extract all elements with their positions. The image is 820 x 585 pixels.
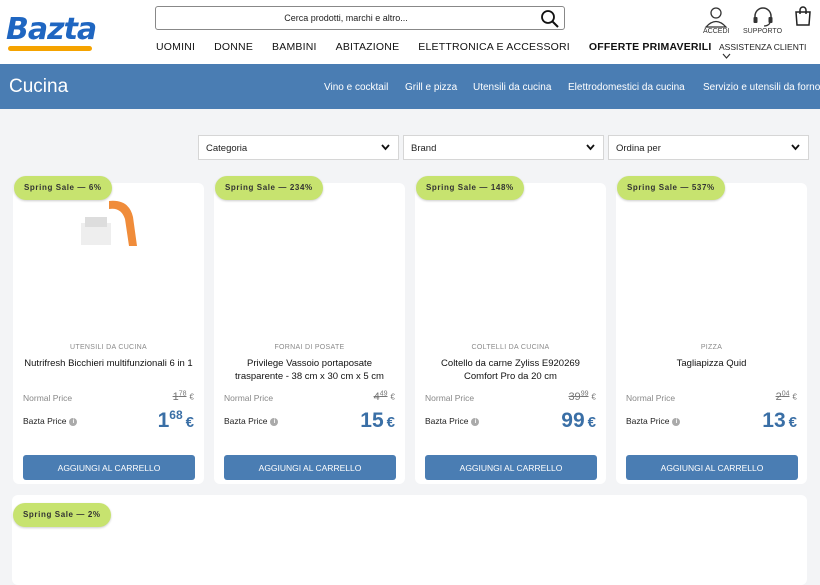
category-title: Cucina — [9, 76, 69, 97]
normal-price-label: Normal Price — [23, 393, 73, 403]
login-link[interactable]: ACCEDI — [703, 6, 729, 35]
filter-label: Brand — [411, 143, 437, 154]
add-to-cart-button[interactable]: AGGIUNGI AL CARRELLO — [23, 455, 195, 480]
normal-price: 178 € — [172, 390, 194, 403]
chevron-down-icon — [722, 53, 731, 59]
support-link[interactable]: SUPPORTO — [743, 6, 782, 35]
product-category: UTENSILI DA CUCINA — [70, 344, 147, 351]
bazta-price: 99 € — [561, 409, 596, 432]
product-card[interactable]: Spring Sale — 6% UTENSILI DA CUCINA Nutr… — [13, 176, 204, 484]
info-icon[interactable]: i — [471, 417, 480, 426]
product-category: FORNAI DI POSATE — [274, 344, 345, 351]
catlink-utensili[interactable]: Utensili da cucina — [473, 82, 551, 93]
normal-price-label: Normal Price — [626, 393, 676, 403]
search-bar — [155, 6, 565, 30]
support-label: SUPPORTO — [743, 28, 783, 35]
bazta-price-label: Bazta Price i — [425, 416, 480, 426]
bazta-logo[interactable]: Bazta — [6, 12, 97, 51]
product-name[interactable]: Nutrifresh Bicchieri multifunzionali 6 i… — [21, 358, 196, 371]
catlink-elettrodomestici[interactable]: Elettrodomestici da cucina — [568, 82, 685, 93]
filter-brand[interactable]: Brand — [403, 135, 604, 160]
search-icon[interactable] — [540, 9, 560, 29]
headset-icon — [753, 7, 773, 27]
normal-price: 3999 € — [568, 390, 596, 403]
sale-badge: Spring Sale — 2% — [13, 503, 111, 527]
category-bar: Cucina Vino e cocktail Grill e pizza Ute… — [0, 64, 820, 109]
filter-label: Ordina per — [616, 143, 661, 154]
nav-elettronica[interactable]: ELETTRONICA E ACCESSORI — [418, 41, 570, 53]
customer-service-menu[interactable]: ASSISTENZA CLIENTI — [719, 42, 820, 62]
bazta-price-label: Bazta Price i — [23, 416, 78, 426]
info-icon[interactable]: i — [672, 417, 681, 426]
filter-categoria[interactable]: Categoria — [198, 135, 399, 160]
logo-swoosh — [8, 46, 92, 51]
filter-label: Categoria — [206, 143, 248, 154]
add-to-cart-button[interactable]: AGGIUNGI AL CARRELLO — [224, 455, 396, 480]
user-icon — [704, 7, 728, 28]
add-to-cart-button[interactable]: AGGIUNGI AL CARRELLO — [425, 455, 597, 480]
bazta-price: 13 € — [762, 409, 797, 432]
sale-badge: Spring Sale — 6% — [14, 176, 112, 200]
product-name[interactable]: Tagliapizza Quid — [624, 358, 799, 371]
nav-offerte[interactable]: OFFERTE PRIMAVERILI — [589, 41, 712, 53]
chevron-down-icon — [791, 144, 800, 151]
product-category: PIZZA — [700, 344, 723, 351]
bazta-price-label: Bazta Price i — [626, 416, 681, 426]
filter-ordina[interactable]: Ordina per — [608, 135, 809, 160]
catlink-vino[interactable]: Vino e cocktail — [324, 82, 388, 93]
product-image — [79, 197, 137, 246]
product-card[interactable]: Spring Sale — 148% COLTELLI DA CUCINA Co… — [415, 176, 606, 484]
catlink-grill[interactable]: Grill e pizza — [405, 82, 457, 93]
chevron-down-icon — [381, 144, 390, 151]
login-label: ACCEDI — [703, 28, 730, 35]
nav-abitazione[interactable]: ABITAZIONE — [336, 41, 400, 53]
search-input[interactable] — [156, 7, 536, 29]
info-icon[interactable]: i — [270, 417, 279, 426]
catlink-servizio[interactable]: Servizio e utensili da forno — [703, 82, 820, 93]
product-card[interactable]: Spring Sale — 234% FORNAI DI POSATE Priv… — [214, 176, 405, 484]
sale-badge: Spring Sale — 234% — [215, 176, 323, 200]
bazta-price-label: Bazta Price i — [224, 416, 279, 426]
site-header: Bazta UOMINI DONNE BAMBINI ABITAZIONE EL… — [0, 0, 820, 64]
nav-bambini[interactable]: BAMBINI — [272, 41, 317, 53]
shopping-bag-icon — [795, 6, 811, 26]
bazta-price: 168 € — [157, 408, 194, 432]
sale-badge: Spring Sale — 537% — [617, 176, 725, 200]
normal-price: 204 € — [775, 390, 797, 403]
product-category: COLTELLI DA CUCINA — [471, 344, 550, 351]
main-nav: UOMINI DONNE BAMBINI ABITAZIONE ELETTRON… — [156, 41, 731, 53]
product-name[interactable]: Coltello da carne Zyliss E920269 Comfort… — [423, 358, 598, 383]
bazta-price: 15 € — [360, 409, 395, 432]
assist-label: ASSISTENZA CLIENTI — [719, 42, 807, 52]
normal-price-label: Normal Price — [425, 393, 475, 403]
sale-badge: Spring Sale — 148% — [416, 176, 524, 200]
nav-donne[interactable]: DONNE — [214, 41, 253, 53]
cart-link[interactable] — [794, 6, 812, 26]
nav-uomini[interactable]: UOMINI — [156, 41, 195, 53]
product-card[interactable]: Spring Sale — 537% PIZZA Tagliapizza Qui… — [616, 176, 807, 484]
product-name[interactable]: Privilege Vassoio portaposate trasparent… — [222, 358, 397, 383]
normal-price: 449 € — [373, 390, 395, 403]
chevron-down-icon — [586, 144, 595, 151]
normal-price-label: Normal Price — [224, 393, 274, 403]
info-icon[interactable]: i — [69, 417, 78, 426]
product-card[interactable]: Spring Sale — 2% — [12, 495, 807, 585]
add-to-cart-button[interactable]: AGGIUNGI AL CARRELLO — [626, 455, 798, 480]
